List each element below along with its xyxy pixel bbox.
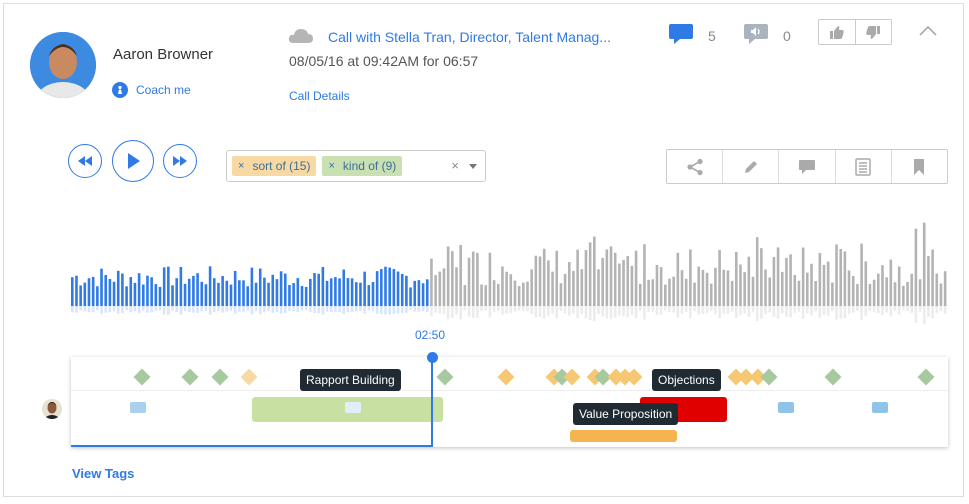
audio-comments-count: 0 xyxy=(783,27,791,44)
value-proposition-segment[interactable] xyxy=(570,430,677,442)
audio-comment-icon xyxy=(743,22,769,49)
thumbs-down-button[interactable] xyxy=(854,20,892,44)
tag-marker[interactable] xyxy=(563,368,581,386)
comment-bubble-icon xyxy=(799,159,815,174)
participant-avatar xyxy=(42,399,62,419)
comment-marker-icon[interactable] xyxy=(872,402,888,413)
tag-chip-kind-of[interactable]: × kind of (9) xyxy=(322,156,403,176)
tag-marker[interactable] xyxy=(181,368,199,386)
comment-icon xyxy=(668,22,694,49)
call-details-link[interactable]: Call Details xyxy=(289,89,350,103)
tag-marker[interactable] xyxy=(917,368,935,386)
tag-marker[interactable] xyxy=(240,368,258,386)
thumbs-down-icon xyxy=(866,25,881,39)
call-title-link[interactable]: Call with Stella Tran, Director, Talent … xyxy=(328,29,611,45)
coach-me-label: Coach me xyxy=(136,83,191,97)
action-toolbar xyxy=(666,149,948,184)
play-icon xyxy=(128,153,140,169)
thumbs-up-button[interactable] xyxy=(819,20,855,44)
current-time: 02:50 xyxy=(415,328,446,342)
rewind-icon xyxy=(78,156,92,166)
clear-tags-icon[interactable]: × xyxy=(451,158,459,173)
view-tags-link[interactable]: View Tags xyxy=(72,466,134,481)
chevron-up-icon[interactable] xyxy=(918,24,938,42)
pencil-icon xyxy=(744,160,757,173)
user-name: Aaron Browner xyxy=(113,46,214,63)
comments-stat[interactable]: 5 xyxy=(668,22,716,49)
call-card: Aaron Browner Coach me Call with Stella … xyxy=(3,3,964,497)
comment-marker-icon[interactable] xyxy=(778,402,794,413)
tag-filter[interactable]: × sort of (15) × kind of (9) × xyxy=(226,150,486,182)
tag-chip-label: kind of (9) xyxy=(342,159,397,173)
tag-marker[interactable] xyxy=(436,368,454,386)
fast-forward-button[interactable] xyxy=(163,144,197,178)
comment-button[interactable] xyxy=(778,150,834,183)
share-button[interactable] xyxy=(667,150,722,183)
audio-waveform[interactable] xyxy=(71,216,948,326)
transcript-button[interactable] xyxy=(834,150,891,183)
tag-marker[interactable] xyxy=(133,368,151,386)
remove-tag-icon[interactable]: × xyxy=(328,160,334,172)
remove-tag-icon[interactable]: × xyxy=(238,160,244,172)
chevron-down-icon[interactable] xyxy=(469,164,477,169)
audio-comments-stat[interactable]: 0 xyxy=(743,22,791,49)
coach-icon xyxy=(112,82,128,98)
timeline-divider xyxy=(71,390,948,391)
playhead-handle[interactable] xyxy=(427,352,438,363)
user-avatar xyxy=(30,32,96,98)
tag-marker[interactable] xyxy=(760,368,778,386)
fast-forward-icon xyxy=(173,156,187,166)
rewind-button[interactable] xyxy=(68,144,102,178)
comments-count: 5 xyxy=(708,27,716,44)
edit-button[interactable] xyxy=(722,150,778,183)
tag-marker[interactable] xyxy=(497,368,515,386)
bookmark-button[interactable] xyxy=(890,150,947,183)
tag-marker[interactable] xyxy=(211,368,229,386)
value-proposition-tooltip: Value Proposition xyxy=(573,403,679,425)
call-timeline[interactable]: Rapport Building Objections Value Propos… xyxy=(71,357,948,447)
tag-marker[interactable] xyxy=(824,368,842,386)
call-meta: 08/05/16 at 09:42AM for 06:57 xyxy=(289,53,479,69)
list-icon xyxy=(855,157,871,176)
comment-marker-icon[interactable] xyxy=(130,402,146,413)
rapport-building-tooltip: Rapport Building xyxy=(300,369,401,391)
playhead[interactable] xyxy=(431,357,433,447)
tag-chip-label: sort of (15) xyxy=(252,159,311,173)
tag-chip-sort-of[interactable]: × sort of (15) xyxy=(232,156,317,176)
rating-group xyxy=(818,19,892,45)
coach-me-link[interactable]: Coach me xyxy=(112,82,191,98)
comment-marker-icon[interactable] xyxy=(345,402,361,413)
cloud-icon xyxy=(288,28,314,49)
objections-tooltip: Objections xyxy=(652,369,721,391)
timeline-progress xyxy=(71,445,432,447)
thumbs-up-icon xyxy=(829,25,844,39)
play-button[interactable] xyxy=(112,140,154,182)
share-icon xyxy=(686,158,703,175)
bookmark-icon xyxy=(914,158,925,175)
